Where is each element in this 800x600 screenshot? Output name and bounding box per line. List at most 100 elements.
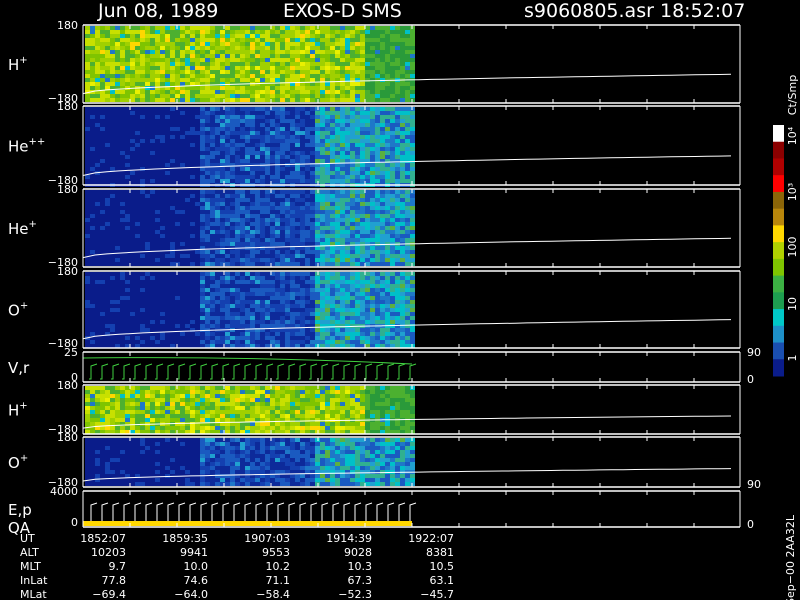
heatmap-cell	[250, 242, 255, 246]
heatmap-cell	[360, 254, 365, 258]
heatmap-cell	[240, 218, 245, 222]
heatmap-cell	[90, 46, 95, 50]
heatmap-cell	[360, 190, 365, 194]
heatmap-cell	[130, 206, 135, 210]
heatmap-cell	[235, 316, 240, 320]
heatmap-cell	[390, 135, 395, 139]
heatmap-cell	[315, 143, 320, 147]
heatmap-cell	[180, 276, 185, 280]
heatmap-cell	[300, 127, 305, 131]
heatmap-cell	[220, 218, 225, 222]
heatmap-cell	[120, 202, 125, 206]
heatmap-cell	[385, 151, 390, 155]
heatmap-cell	[200, 234, 205, 238]
heatmap-cell	[220, 250, 225, 254]
heatmap-cell	[160, 198, 165, 202]
heatmap-cell	[180, 175, 185, 179]
heatmap-cell	[120, 62, 125, 66]
heatmap-cell	[100, 30, 105, 34]
heatmap-cell	[285, 226, 290, 230]
heatmap-cell	[305, 74, 310, 78]
heatmap-cell	[235, 127, 240, 131]
heatmap-cell	[265, 246, 270, 250]
heatmap-cell	[265, 143, 270, 147]
heatmap-cell	[160, 292, 165, 296]
heatmap-cell	[285, 62, 290, 66]
heatmap-cell	[220, 86, 225, 90]
heatmap-cell	[370, 214, 375, 218]
heatmap-cell	[280, 276, 285, 280]
heatmap-cell	[355, 98, 360, 102]
heatmap-cell	[300, 107, 305, 111]
heatmap-cell	[255, 280, 260, 284]
heatmap-cell	[255, 50, 260, 54]
heatmap-cell	[180, 214, 185, 218]
heatmap-cell	[130, 38, 135, 42]
heatmap-cell	[345, 131, 350, 135]
heatmap-cell	[315, 50, 320, 54]
heatmap-cell	[90, 74, 95, 78]
heatmap-cell	[150, 54, 155, 58]
heatmap-cell	[110, 115, 115, 119]
heatmap-cell	[90, 214, 95, 218]
heatmap-cell	[250, 296, 255, 300]
heatmap-cell	[300, 296, 305, 300]
heatmap-cell	[330, 308, 335, 312]
heatmap-cell	[290, 210, 295, 214]
heatmap-cell	[320, 332, 325, 336]
heatmap-cell	[370, 210, 375, 214]
heatmap-cell	[120, 288, 125, 292]
heatmap-cell	[115, 320, 120, 324]
heatmap-cell	[95, 230, 100, 234]
heatmap-cell	[315, 312, 320, 316]
heatmap-cell	[190, 320, 195, 324]
heatmap-cell	[140, 218, 145, 222]
heatmap-cell	[170, 246, 175, 250]
heatmap-cell	[260, 336, 265, 340]
heatmap-cell	[245, 198, 250, 202]
heatmap-cell	[235, 179, 240, 183]
heatmap-cell	[85, 70, 90, 74]
heatmap-cell	[220, 276, 225, 280]
heatmap-cell	[125, 218, 130, 222]
heatmap-cell	[270, 292, 275, 296]
heatmap-cell	[365, 147, 370, 151]
heatmap-cell	[360, 163, 365, 167]
heatmap-cell	[395, 147, 400, 151]
heatmap-cell	[105, 258, 110, 262]
heatmap-cell	[135, 139, 140, 143]
heatmap-cell	[185, 26, 190, 30]
heatmap-cell	[335, 222, 340, 226]
heatmap-cell	[190, 151, 195, 155]
heatmap-cell	[360, 34, 365, 38]
heatmap-cell	[215, 179, 220, 183]
heatmap-cell	[235, 131, 240, 135]
heatmap-cell	[130, 115, 135, 119]
heatmap-cell	[365, 139, 370, 143]
heatmap-cell	[130, 94, 135, 98]
heatmap-cell	[335, 82, 340, 86]
heatmap-cell	[355, 147, 360, 151]
heatmap-cell	[380, 123, 385, 127]
heatmap-cell	[370, 143, 375, 147]
heatmap-cell	[230, 292, 235, 296]
heatmap-cell	[90, 292, 95, 296]
heatmap-cell	[165, 300, 170, 304]
heatmap-cell	[275, 159, 280, 163]
heatmap-cell	[400, 230, 405, 234]
heatmap-cell	[300, 54, 305, 58]
heatmap-cell	[105, 131, 110, 135]
heatmap-cell	[265, 250, 270, 254]
heatmap-cell	[110, 328, 115, 332]
heatmap-cell	[280, 284, 285, 288]
heatmap-cell	[395, 58, 400, 62]
heatmap-cell	[410, 234, 415, 238]
heatmap-cell	[405, 155, 410, 159]
heatmap-cell	[200, 147, 205, 151]
heatmap-cell	[145, 324, 150, 328]
heatmap-cell	[300, 194, 305, 198]
heatmap-cell	[400, 135, 405, 139]
heatmap-cell	[185, 46, 190, 50]
heatmap-cell	[100, 230, 105, 234]
heatmap-cell	[90, 127, 95, 131]
